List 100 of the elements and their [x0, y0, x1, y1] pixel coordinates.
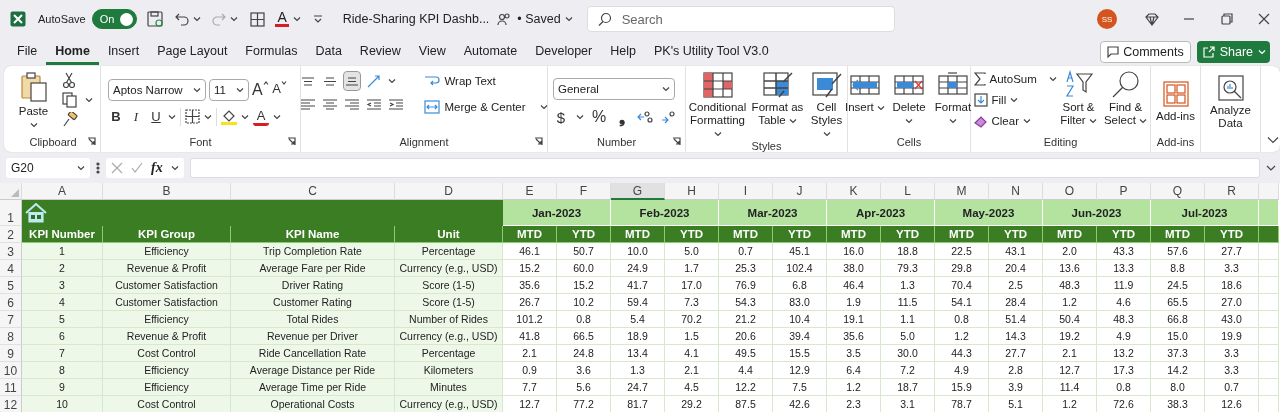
row-number[interactable]: 8: [0, 328, 22, 345]
dialog-launcher-icon[interactable]: [534, 137, 543, 146]
menu-tab[interactable]: PK's Utility Tool V3.0: [644, 39, 778, 65]
font-color-button[interactable]: A: [275, 11, 289, 27]
column-header[interactable]: E: [503, 183, 557, 200]
column-header[interactable]: G: [611, 183, 665, 200]
ribbon-button[interactable]: Delete: [889, 72, 929, 127]
spreadsheet-logo-icon[interactable]: [10, 11, 26, 27]
comments-button[interactable]: Comments: [1100, 41, 1191, 63]
dialog-launcher-icon[interactable]: [672, 137, 681, 146]
cut-icon[interactable]: [61, 72, 76, 88]
font-color-button[interactable]: A: [253, 107, 269, 126]
ribbon-button[interactable]: AutoSum: [973, 70, 1037, 88]
ribbon-button[interactable]: Insert: [845, 72, 885, 114]
row-number[interactable]: 9: [0, 345, 22, 362]
menu-tab[interactable]: File: [8, 39, 47, 65]
row-number[interactable]: 1: [0, 200, 22, 226]
menu-tab[interactable]: Review: [350, 39, 410, 65]
ribbon-button[interactable]: Sort & Filter: [1056, 70, 1101, 127]
search-field[interactable]: Search: [586, 6, 895, 32]
align-left-icon[interactable]: [300, 98, 317, 112]
row-number[interactable]: 7: [0, 311, 22, 328]
decrease-indent-icon[interactable]: [366, 98, 383, 112]
menu-tab[interactable]: Developer: [526, 39, 602, 65]
menu-tab[interactable]: Help: [601, 39, 645, 65]
close-icon[interactable]: [1258, 13, 1270, 25]
column-header[interactable]: B: [103, 183, 231, 200]
autosave-toggle[interactable]: On: [91, 9, 138, 29]
collapse-ribbon-icon[interactable]: [1267, 136, 1279, 144]
ribbon-button[interactable]: Clear: [973, 112, 1054, 130]
people-icon[interactable]: [497, 12, 512, 26]
ribbon-button[interactable]: Cell Styles: [806, 72, 847, 140]
row-number[interactable]: 10: [0, 362, 22, 379]
customize-icon[interactable]: [312, 14, 323, 24]
save-status[interactable]: • Saved: [517, 12, 561, 26]
undo-icon[interactable]: [174, 11, 191, 27]
ribbon-button[interactable]: Fill: [973, 91, 1054, 109]
orientation-icon[interactable]: [366, 73, 383, 89]
shrink-font-button[interactable]: A: [271, 80, 288, 99]
column-header[interactable]: D: [395, 183, 503, 200]
name-box[interactable]: G20: [6, 158, 90, 178]
underline-button[interactable]: U: [148, 107, 164, 126]
borders-icon[interactable]: [250, 11, 266, 27]
column-header[interactable]: A: [22, 183, 103, 200]
column-header[interactable]: J: [773, 183, 827, 200]
check-icon[interactable]: [131, 162, 143, 174]
increase-decimal-icon[interactable]: [637, 110, 653, 124]
ribbon-button[interactable]: Find & Select: [1103, 70, 1148, 127]
menu-tab[interactable]: Page Layout: [148, 39, 237, 65]
decrease-decimal-icon[interactable]: [660, 110, 676, 124]
ribbon-button[interactable]: Merge & Center: [424, 98, 526, 116]
fill-color-icon[interactable]: [221, 108, 237, 125]
column-header[interactable]: L: [881, 183, 935, 200]
ribbon-button[interactable]: Format: [933, 72, 973, 127]
column-header[interactable]: Q: [1151, 183, 1205, 200]
share-button[interactable]: Share: [1196, 41, 1270, 63]
column-header[interactable]: O: [1043, 183, 1097, 200]
column-header[interactable]: P: [1097, 183, 1151, 200]
menu-tab[interactable]: View: [409, 39, 455, 65]
percent-button[interactable]: %: [591, 108, 607, 126]
restore-icon[interactable]: [1221, 13, 1233, 25]
column-header[interactable]: H: [665, 183, 719, 200]
expand-icon[interactable]: [1266, 165, 1276, 171]
document-title[interactable]: Ride-Sharing KPI Dashb...: [342, 12, 490, 26]
column-header[interactable]: K: [827, 183, 881, 200]
insert-function-button[interactable]: fx: [151, 160, 163, 176]
menu-tab[interactable]: Automate: [454, 39, 527, 65]
column-header[interactable]: I: [719, 183, 773, 200]
format-painter-icon[interactable]: [61, 112, 78, 128]
column-header[interactable]: N: [989, 183, 1043, 200]
avatar[interactable]: SS: [1097, 9, 1117, 29]
currency-button[interactable]: $: [553, 108, 569, 126]
ribbon-button[interactable]: Add-ins: [1154, 81, 1197, 123]
column-header[interactable]: R: [1205, 183, 1259, 200]
comma-style-button[interactable]: ❟: [614, 108, 630, 126]
more-options-icon[interactable]: [96, 162, 100, 174]
ribbon-button[interactable]: Format as Table: [750, 72, 805, 127]
increase-indent-icon[interactable]: [388, 98, 405, 112]
ribbon-button[interactable]: Analyze Data: [1203, 74, 1258, 130]
align-button[interactable]: [344, 72, 361, 90]
row-number[interactable]: 12: [0, 396, 22, 412]
column-header[interactable]: C: [231, 183, 395, 200]
row-number[interactable]: 2: [0, 226, 22, 243]
ribbon-button[interactable]: Conditional Formatting: [686, 72, 749, 140]
italic-button[interactable]: I: [128, 107, 144, 126]
formula-input[interactable]: [189, 158, 1260, 178]
grow-font-button[interactable]: A: [252, 80, 269, 99]
font-size-field[interactable]: 11: [209, 78, 249, 101]
diamond-icon[interactable]: [1145, 12, 1159, 26]
save-icon[interactable]: [147, 10, 165, 28]
borders-icon[interactable]: [185, 109, 200, 124]
ribbon-button[interactable]: Wrap Text: [424, 72, 548, 90]
row-number[interactable]: 4: [0, 260, 22, 277]
row-number[interactable]: 5: [0, 277, 22, 294]
menu-tab[interactable]: Insert: [98, 39, 149, 65]
align-right-icon[interactable]: [344, 98, 361, 112]
row-number[interactable]: 6: [0, 294, 22, 311]
row-number[interactable]: 3: [0, 243, 22, 260]
menu-tab[interactable]: Formulas: [236, 39, 307, 65]
dialog-launcher-icon[interactable]: [287, 137, 296, 146]
